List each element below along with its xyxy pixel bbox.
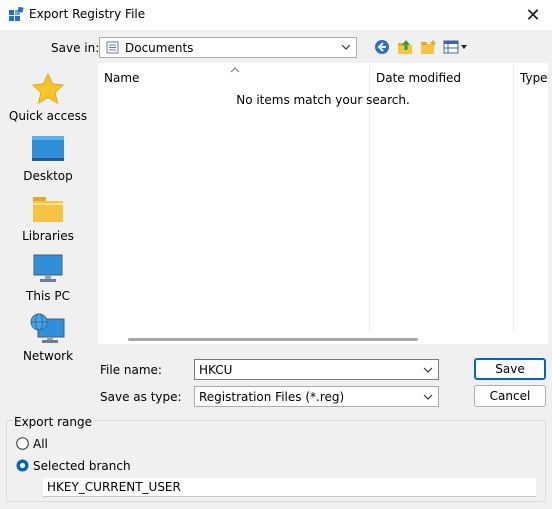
close-button[interactable]: ✕: [516, 2, 550, 28]
horizontal-scrollbar[interactable]: [128, 338, 418, 341]
view-menu-button[interactable]: [443, 38, 469, 58]
chevron-down-icon: [341, 41, 351, 53]
save-as-type-value: Registration Files (*.reg): [199, 390, 345, 404]
folder-icon: [30, 193, 66, 225]
computer-icon: [30, 253, 66, 285]
place-libraries[interactable]: Libraries: [2, 193, 94, 251]
radio-all[interactable]: [16, 437, 29, 450]
file-name-value: HKCU: [199, 363, 233, 377]
documents-icon: [106, 41, 119, 54]
places-bar: Quick access Desktop Libraries This PC N…: [0, 63, 96, 363]
save-as-type-label: Save as type:: [100, 390, 182, 404]
file-name-label: File name:: [100, 363, 162, 377]
new-folder-button[interactable]: [419, 38, 437, 58]
back-button[interactable]: [373, 38, 391, 58]
window-title: Export Registry File: [29, 7, 146, 21]
place-desktop[interactable]: Desktop: [2, 133, 94, 191]
place-this-pc[interactable]: This PC: [2, 253, 94, 311]
place-quick-access[interactable]: Quick access: [2, 72, 94, 131]
selected-branch-input[interactable]: [43, 478, 536, 497]
up-folder-icon: [397, 39, 413, 58]
save-in-value: Documents: [125, 41, 194, 55]
place-label: Libraries: [22, 229, 74, 243]
network-icon: [30, 313, 66, 345]
save-as-type-dropdown[interactable]: Registration Files (*.reg): [194, 386, 439, 407]
chevron-down-icon[interactable]: [423, 364, 433, 376]
column-header-date-modified[interactable]: Date modified: [376, 71, 461, 85]
regedit-icon: [8, 6, 24, 23]
back-arrow-icon: [374, 39, 390, 58]
place-network[interactable]: Network: [2, 313, 94, 371]
place-label: Desktop: [23, 169, 73, 183]
save-in-label: Save in:: [51, 41, 100, 55]
save-button[interactable]: Save: [474, 358, 546, 380]
column-header-type[interactable]: Type: [520, 71, 548, 85]
export-range-legend: Export range: [13, 415, 93, 429]
place-label: Network: [22, 349, 74, 363]
close-icon: ✕: [525, 4, 541, 26]
star-icon: [30, 72, 66, 105]
radio-selected-branch-label[interactable]: Selected branch: [33, 459, 131, 473]
place-label: This PC: [26, 289, 70, 303]
save-in-dropdown[interactable]: Documents: [99, 37, 357, 58]
radio-all-label[interactable]: All: [33, 437, 48, 451]
new-folder-icon: [420, 38, 436, 58]
file-name-input[interactable]: HKCU: [194, 359, 439, 380]
sort-ascending-icon: [230, 63, 240, 73]
radio-selected-branch[interactable]: [16, 459, 29, 472]
cancel-button[interactable]: Cancel: [474, 385, 546, 407]
empty-message: No items match your search.: [236, 93, 410, 107]
place-label: Quick access: [8, 109, 88, 123]
view-grid-icon: [443, 39, 469, 58]
desktop-icon: [30, 133, 66, 165]
column-header-name[interactable]: Name: [104, 71, 139, 85]
chevron-down-icon: [423, 391, 433, 403]
up-folder-button[interactable]: [396, 38, 414, 58]
